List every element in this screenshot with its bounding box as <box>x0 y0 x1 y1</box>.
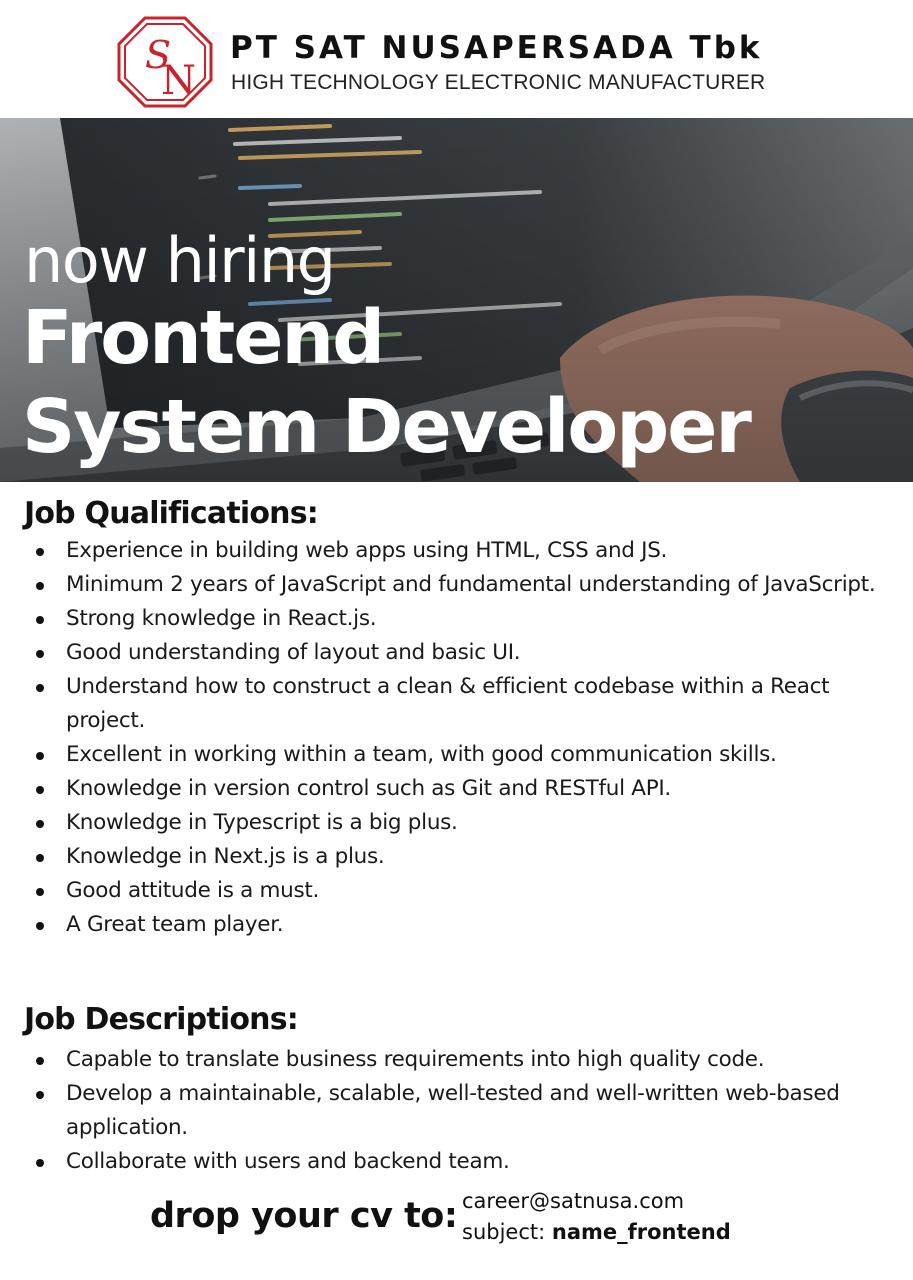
list-item: Understand how to construct a clean & ef… <box>24 670 894 738</box>
list-item: Experience in building web apps using HT… <box>24 534 894 568</box>
qualifications-list: Experience in building web apps using HT… <box>24 534 894 942</box>
list-item: Knowledge in Next.js is a plus. <box>24 840 894 874</box>
list-item: Knowledge in Typescript is a big plus. <box>24 806 894 840</box>
list-item: A Great team player. <box>24 908 894 942</box>
list-item: Excellent in working within a team, with… <box>24 738 894 772</box>
logo-letter-n: N <box>161 58 196 104</box>
hero-job-title-line1: Frontend <box>22 295 385 381</box>
company-logo: S N <box>117 16 213 108</box>
hero-job-title-line2: System Developer <box>22 384 752 470</box>
subject-value: name_frontend <box>551 1220 731 1244</box>
list-item: Knowledge in version control such as Git… <box>24 772 894 806</box>
descriptions-title: Job Descriptions: <box>24 1002 299 1037</box>
list-item: Collaborate with users and backend team. <box>24 1145 894 1179</box>
hero-banner: now hiring Frontend System Developer <box>0 118 913 482</box>
list-item: Minimum 2 years of JavaScript and fundam… <box>24 568 894 602</box>
list-item: Develop a maintainable, scalable, well-t… <box>24 1077 894 1145</box>
drop-cv-heading: drop your cv to: <box>150 1196 458 1236</box>
qualifications-title: Job Qualifications: <box>24 496 319 531</box>
company-name: PT SAT NUSAPERSADA Tbk <box>230 30 763 66</box>
descriptions-list: Capable to translate business requiremen… <box>24 1043 894 1179</box>
contact-email[interactable]: career@satnusa.com <box>462 1189 684 1213</box>
list-item: Capable to translate business requiremen… <box>24 1043 894 1077</box>
contact-subject: subject: name_frontend <box>462 1220 731 1244</box>
list-item: Good understanding of layout and basic U… <box>24 636 894 670</box>
header: S N PT SAT NUSAPERSADA Tbk HIGH TECHNOLO… <box>0 0 913 118</box>
list-item: Good attitude is a must. <box>24 874 894 908</box>
subject-label: subject: <box>462 1220 546 1244</box>
list-item: Strong knowledge in React.js. <box>24 602 894 636</box>
hero-now-hiring: now hiring <box>24 224 336 297</box>
company-tagline: HIGH TECHNOLOGY ELECTRONIC MANUFACTURER <box>231 71 766 94</box>
